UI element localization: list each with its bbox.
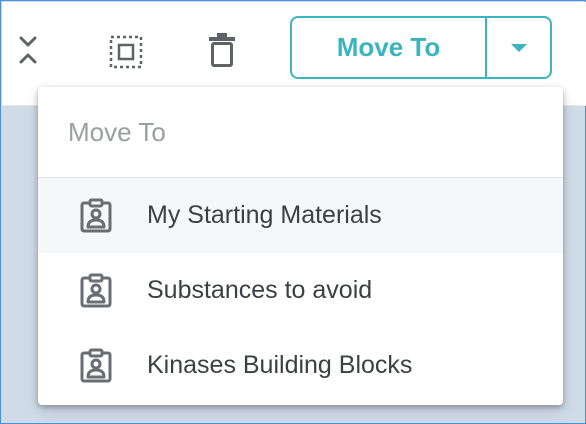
collapse-button[interactable] [10, 32, 46, 68]
menu-item-kinases-building-blocks[interactable]: Kinases Building Blocks [38, 328, 563, 403]
collapse-icon [19, 36, 37, 64]
move-to-dropdown-toggle[interactable] [487, 18, 550, 77]
clipboard-user-icon [78, 198, 114, 234]
select-all-icon [109, 35, 143, 69]
move-to-button[interactable]: Move To [292, 18, 487, 77]
clipboard-user-icon [78, 348, 114, 384]
menu-item-label: Substances to avoid [147, 276, 373, 304]
menu-item-label: My Starting Materials [147, 201, 382, 229]
move-to-split-button: Move To [290, 16, 552, 79]
trash-icon [209, 33, 235, 67]
menu-item-my-starting-materials[interactable]: My Starting Materials [38, 178, 563, 253]
move-to-dropdown-menu: Move To My Starting Materials Substances… [38, 87, 563, 405]
window-frame: Move To Move To My Starting Materials Su… [0, 0, 586, 424]
caret-down-icon [510, 43, 527, 52]
clipboard-user-icon [78, 273, 114, 309]
menu-item-substances-to-avoid[interactable]: Substances to avoid [38, 253, 563, 328]
delete-button[interactable] [202, 30, 242, 70]
dropdown-header: Move To [38, 87, 563, 178]
menu-item-label: Kinases Building Blocks [147, 351, 413, 379]
select-all-button[interactable] [106, 32, 146, 72]
